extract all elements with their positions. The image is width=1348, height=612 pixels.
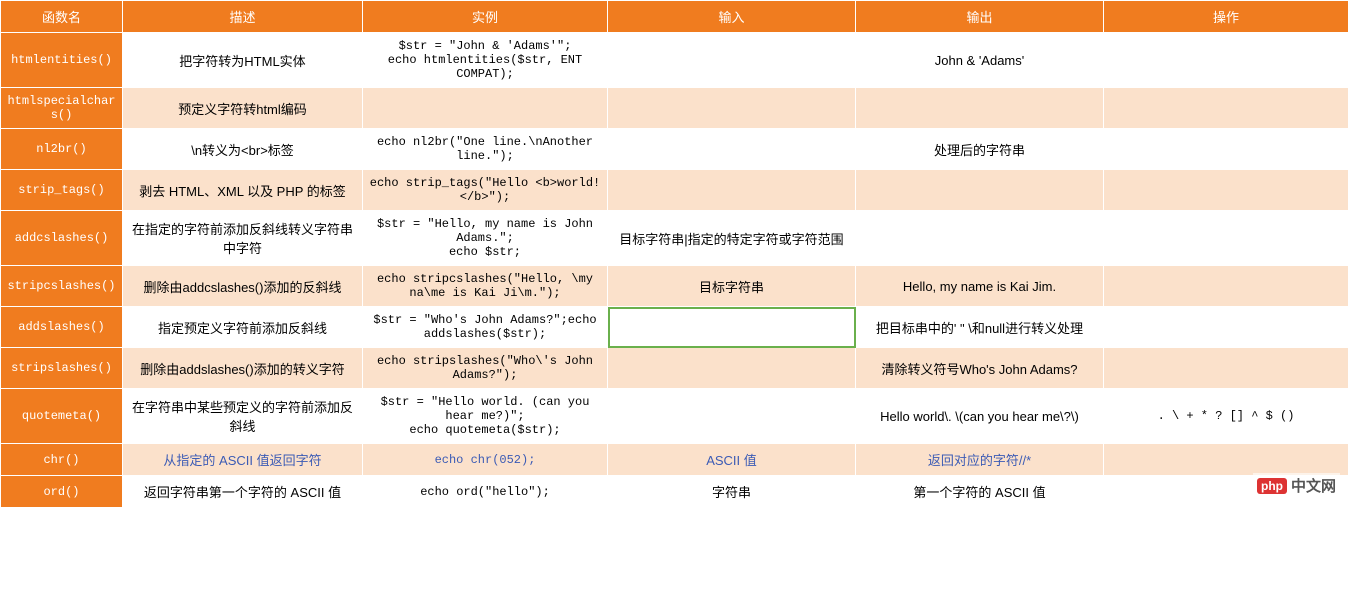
example-cell: $str = "Who's John Adams?";echo addslash… [363, 307, 608, 348]
col-header-1: 描述 [123, 1, 363, 33]
example-cell: echo nl2br("One line.\nAnother line."); [363, 129, 608, 170]
table-row: nl2br()\n转义为<br>标签echo nl2br("One line.\… [1, 129, 1348, 170]
desc-cell: 返回字符串第一个字符的 ASCII 值 [123, 476, 363, 508]
col-header-0: 函数名 [1, 1, 123, 33]
desc-cell: 把字符转为HTML实体 [123, 33, 363, 88]
input-cell: 目标字符串 [608, 266, 856, 307]
col-header-2: 实例 [363, 1, 608, 33]
fn-name-cell: htmlentities() [1, 33, 123, 88]
output-cell: 把目标串中的' " \和null进行转义处理 [856, 307, 1104, 348]
input-cell [608, 348, 856, 389]
output-cell [856, 211, 1104, 266]
table-row: htmlspecialchars()预定义字符转html编码 [1, 88, 1348, 129]
desc-cell: 在字符串中某些预定义的字符前添加反斜线 [123, 389, 363, 444]
op-cell [1104, 444, 1348, 476]
output-cell: John & 'Adams' [856, 33, 1104, 88]
table-row: strip_tags()剥去 HTML、XML 以及 PHP 的标签echo s… [1, 170, 1348, 211]
op-cell [1104, 307, 1348, 348]
desc-cell: 删除由addslashes()添加的转义字符 [123, 348, 363, 389]
desc-cell: \n转义为<br>标签 [123, 129, 363, 170]
example-cell: echo ord("hello"); [363, 476, 608, 508]
col-header-3: 输入 [608, 1, 856, 33]
table-row: addcslashes()在指定的字符前添加反斜线转义字符串中字符$str = … [1, 211, 1348, 266]
op-cell [1104, 88, 1348, 129]
watermark: php 中文网 [1253, 473, 1340, 498]
example-cell: echo stripcslashes("Hello, \my na\me is … [363, 266, 608, 307]
fn-name-cell: addcslashes() [1, 211, 123, 266]
output-cell [856, 88, 1104, 129]
desc-cell: 从指定的 ASCII 值返回字符 [123, 444, 363, 476]
table-row: stripcslashes()删除由addcslashes()添加的反斜线ech… [1, 266, 1348, 307]
input-cell [608, 129, 856, 170]
output-cell: 清除转义符号Who's John Adams? [856, 348, 1104, 389]
output-cell: 返回对应的字符//* [856, 444, 1104, 476]
example-cell: $str = "Hello, my name is John Adams.";e… [363, 211, 608, 266]
input-cell [608, 88, 856, 129]
desc-cell: 指定预定义字符前添加反斜线 [123, 307, 363, 348]
example-cell: $str = "John & 'Adams'";echo htmlentitie… [363, 33, 608, 88]
output-cell: Hello world\. \(can you hear me\?\) [856, 389, 1104, 444]
col-header-5: 操作 [1104, 1, 1348, 33]
watermark-badge: php [1257, 478, 1287, 494]
example-cell: echo strip_tags("Hello <b>world!</b>"); [363, 170, 608, 211]
input-cell: 目标字符串|指定的特定字符或字符范围 [608, 211, 856, 266]
table-header: 函数名描述实例输入输出操作 [1, 1, 1348, 33]
op-cell [1104, 129, 1348, 170]
input-cell: 字符串 [608, 476, 856, 508]
input-cell [608, 307, 856, 348]
table-row: htmlentities()把字符转为HTML实体$str = "John & … [1, 33, 1348, 88]
watermark-text: 中文网 [1291, 475, 1336, 496]
output-cell: Hello, my name is Kai Jim. [856, 266, 1104, 307]
input-cell [608, 389, 856, 444]
table-row: stripslashes()删除由addslashes()添加的转义字符echo… [1, 348, 1348, 389]
op-cell [1104, 170, 1348, 211]
table-row: chr()从指定的 ASCII 值返回字符echo chr(052);ASCII… [1, 444, 1348, 476]
op-cell: . \ + * ? [] ^ $ () [1104, 389, 1348, 444]
table-row: quotemeta()在字符串中某些预定义的字符前添加反斜线$str = "He… [1, 389, 1348, 444]
fn-name-cell: addslashes() [1, 307, 123, 348]
output-cell: 第一个字符的 ASCII 值 [856, 476, 1104, 508]
fn-name-cell: strip_tags() [1, 170, 123, 211]
desc-cell: 剥去 HTML、XML 以及 PHP 的标签 [123, 170, 363, 211]
example-cell: echo stripslashes("Who\'s John Adams?"); [363, 348, 608, 389]
col-header-4: 输出 [856, 1, 1104, 33]
output-cell: 处理后的字符串 [856, 129, 1104, 170]
example-cell: echo chr(052); [363, 444, 608, 476]
table-body: htmlentities()把字符转为HTML实体$str = "John & … [1, 33, 1348, 508]
input-cell [608, 170, 856, 211]
desc-cell: 预定义字符转html编码 [123, 88, 363, 129]
input-cell [608, 33, 856, 88]
fn-name-cell: ord() [1, 476, 123, 508]
fn-name-cell: quotemeta() [1, 389, 123, 444]
op-cell [1104, 33, 1348, 88]
fn-name-cell: htmlspecialchars() [1, 88, 123, 129]
table-row: ord()返回字符串第一个字符的 ASCII 值echo ord("hello"… [1, 476, 1348, 508]
output-cell [856, 170, 1104, 211]
op-cell [1104, 348, 1348, 389]
op-cell [1104, 211, 1348, 266]
op-cell [1104, 266, 1348, 307]
table-row: addslashes()指定预定义字符前添加反斜线$str = "Who's J… [1, 307, 1348, 348]
desc-cell: 在指定的字符前添加反斜线转义字符串中字符 [123, 211, 363, 266]
input-cell: ASCII 值 [608, 444, 856, 476]
example-cell: $str = "Hello world. (can you hear me?)"… [363, 389, 608, 444]
functions-table: 函数名描述实例输入输出操作 htmlentities()把字符转为HTML实体$… [0, 0, 1348, 508]
fn-name-cell: chr() [1, 444, 123, 476]
fn-name-cell: stripslashes() [1, 348, 123, 389]
example-cell [363, 88, 608, 129]
fn-name-cell: stripcslashes() [1, 266, 123, 307]
fn-name-cell: nl2br() [1, 129, 123, 170]
desc-cell: 删除由addcslashes()添加的反斜线 [123, 266, 363, 307]
